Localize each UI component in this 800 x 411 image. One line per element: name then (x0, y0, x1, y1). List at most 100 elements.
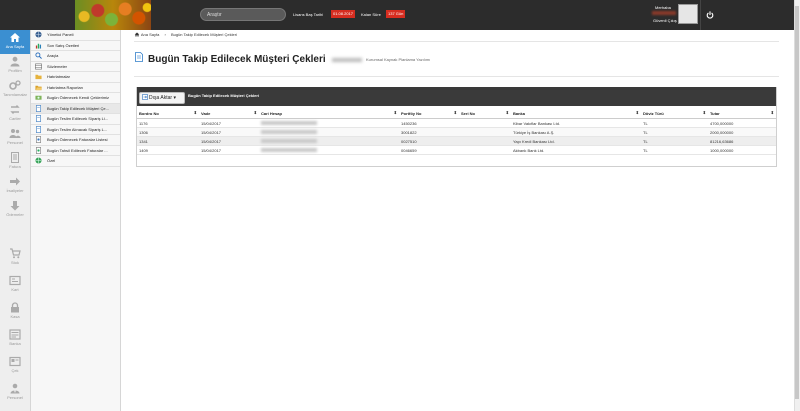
menu-item-label: Son Satış Özetleri (47, 42, 80, 48)
iconbar-item-personnel[interactable]: Personel (0, 126, 30, 150)
col-header[interactable]: Seri No ⬍ (459, 108, 511, 119)
iconbar-item-definitions[interactable]: Tanımlamalar (0, 78, 30, 102)
money-icon (35, 95, 42, 100)
col-header[interactable]: Portföy No ⬍ (399, 108, 459, 119)
check-icon (9, 356, 21, 367)
col-header[interactable]: Döviz Türü ⬍ (641, 108, 708, 119)
sort-icon[interactable]: ⬍ (636, 110, 639, 115)
sort-icon[interactable]: ⬍ (506, 110, 509, 115)
menu-item-label: Hatırlatma Raporları (47, 84, 84, 90)
col-header[interactable]: Vade ⬍ (199, 108, 259, 119)
iconbar-label: Kart (11, 287, 19, 292)
icon-sidebar: Ana Sayfa Profilim Tanımlamalar Cariler … (0, 30, 31, 411)
avatar[interactable] (678, 4, 698, 24)
iconbar-label: Çek (11, 368, 19, 373)
username-redacted (652, 11, 676, 15)
col-header[interactable]: Tutar ⬍ (708, 108, 776, 119)
table-row[interactable]: 1409 15/04/2017 0046659 Akbank Bank Ltd.… (137, 145, 776, 155)
iconbar-item-card[interactable]: Kart (0, 273, 30, 297)
menu-item-own-checks-due[interactable]: Bugün Ödenecek Kendi Çeklerimiz (31, 93, 120, 104)
cell-amount: 1000,000000 (708, 145, 776, 155)
home-icon (134, 32, 140, 37)
menu-item-reminder-reports[interactable]: Hatırlatma Raporları (31, 83, 120, 93)
document-icon (11, 152, 19, 163)
menu-item-search[interactable]: Araçla (31, 51, 120, 62)
iconbar-label: Kasa (10, 314, 20, 319)
export-button[interactable]: Dışa Aktar ▾ (139, 92, 185, 104)
cell-account (259, 136, 399, 146)
cell-amount: 81216,63686 (708, 136, 776, 146)
top-bar: Araştır Lisans Baş Tarihi 01.08.2017 Kal… (0, 0, 800, 30)
document-icon (36, 104, 41, 112)
menu-item-contracts[interactable]: Sözlemeler (31, 62, 120, 72)
col-header[interactable]: Bordro No ⬍ (137, 108, 199, 119)
lock-icon (11, 302, 19, 313)
cell-portfolio: 3001822 (399, 127, 459, 137)
menu-item-admin-panel[interactable]: Yönetici Paneli (31, 30, 120, 41)
col-header[interactable]: Banka ⬍ (511, 108, 641, 119)
sort-icon[interactable]: ⬍ (394, 110, 397, 115)
account-redacted (261, 130, 317, 135)
table-row[interactable]: 1306 15/04/2017 3001822 Türkiye İş Banka… (137, 127, 776, 137)
iconbar-label: Ana Sayfa (5, 44, 25, 49)
iconbar-label: İrsaliyeler (6, 188, 24, 193)
iconbar-item-waybills[interactable]: İrsaliyeler (0, 174, 30, 198)
iconbar-item-staff[interactable]: Personel (0, 381, 30, 405)
power-icon (706, 11, 714, 19)
iconbar-item-cashbox[interactable]: Kasa (0, 300, 30, 324)
iconbar-item-accounts[interactable]: Cariler (0, 102, 30, 126)
search-input[interactable]: Araştır (200, 8, 286, 21)
iconbar-item-profile[interactable]: Profilim (0, 54, 30, 78)
menu-item-label: Bugün Teslim Alınacak Sipariş L... (47, 126, 108, 132)
menu-item-reminders[interactable]: Hatırlatmalar (31, 72, 120, 83)
bank-icon (9, 329, 21, 340)
iconbar-item-bank[interactable]: Banka (0, 327, 30, 351)
license-start-badge: 01.08.2017 (331, 10, 356, 18)
cell-due-date: 15/04/2017 (199, 136, 259, 146)
sort-icon[interactable]: ⬍ (194, 110, 197, 115)
iconbar-label: Stok (10, 260, 19, 265)
iconbar-item-stock[interactable]: Stok (0, 246, 30, 270)
power-button[interactable] (700, 0, 719, 30)
sort-icon[interactable]: ⬍ (254, 110, 257, 115)
menu-item-label: Sözlemeler (47, 63, 68, 69)
logout-link[interactable]: Güvenli Çıkış (653, 18, 677, 23)
scrollbar-thumb[interactable] (795, 6, 799, 399)
iconbar-item-home[interactable]: Ana Sayfa (0, 30, 30, 54)
menu-item-invoices-receivable[interactable]: Bugün Tahsil Edilecek Faturalar ... (31, 146, 120, 156)
col-header[interactable]: Cari Hesap ⬍ (259, 108, 399, 119)
menu-item-label: Araçla (47, 53, 59, 58)
sort-icon[interactable]: ⬍ (771, 110, 774, 115)
cell-bordro: 1176 (137, 118, 199, 128)
iconbar-item-check[interactable]: Çek (0, 354, 30, 378)
menu-item-orders-to-receive[interactable]: Bugün Teslim Alınacak Sipariş L... (31, 125, 120, 135)
breadcrumb-home-link[interactable]: Ana Sayfa (141, 32, 159, 37)
sort-icon[interactable]: ⬍ (703, 110, 706, 115)
menu-item-invoices-payable[interactable]: Bugün Ödenecek Faturalar Listesi (31, 135, 120, 146)
sort-icon[interactable]: ⬍ (454, 110, 457, 115)
table-row[interactable]: 1176 15/04/2017 1450236 Kibar Vakıflar B… (137, 118, 776, 128)
breadcrumb-current: Bugün Takip Edilecek Müşteri Çekleri (170, 32, 237, 37)
transfer-icon (10, 105, 20, 114)
menu-item-customer-checks-due[interactable]: Bugün Takip Edilecek Müşteri Çe... (31, 103, 120, 114)
license-start-label: Lisans Baş Tarihi (293, 12, 324, 17)
cell-serial (459, 136, 511, 146)
cell-due-date: 15/04/2017 (199, 118, 259, 128)
cell-bank: Akbank Bank Ltd. (511, 145, 641, 155)
menu-item-special[interactable]: Özel (31, 156, 120, 167)
iconbar-item-invoice[interactable]: Fatura (0, 150, 30, 174)
cell-bordro: 1409 (137, 145, 199, 155)
cell-currency: TL (641, 145, 708, 155)
menu-item-sales-summary[interactable]: Son Satış Özetleri (31, 41, 120, 51)
table-row[interactable]: 1341 15/04/2017 0027510 Yapı Kredi Banka… (137, 136, 776, 146)
folder-icon (35, 74, 42, 80)
company-name-redacted (332, 58, 362, 62)
folder-open-icon (35, 85, 42, 90)
document-icon (36, 115, 41, 122)
caret-down-icon: ▾ (173, 95, 176, 101)
arrow-down-icon (10, 201, 20, 211)
menu-item-orders-to-deliver[interactable]: Bugün Teslim Edilecek Sipariş Li... (31, 114, 120, 125)
iconbar-item-payments[interactable]: Ödemeler (0, 198, 30, 222)
document-icon (36, 125, 41, 133)
cell-portfolio: 0027510 (399, 136, 459, 146)
